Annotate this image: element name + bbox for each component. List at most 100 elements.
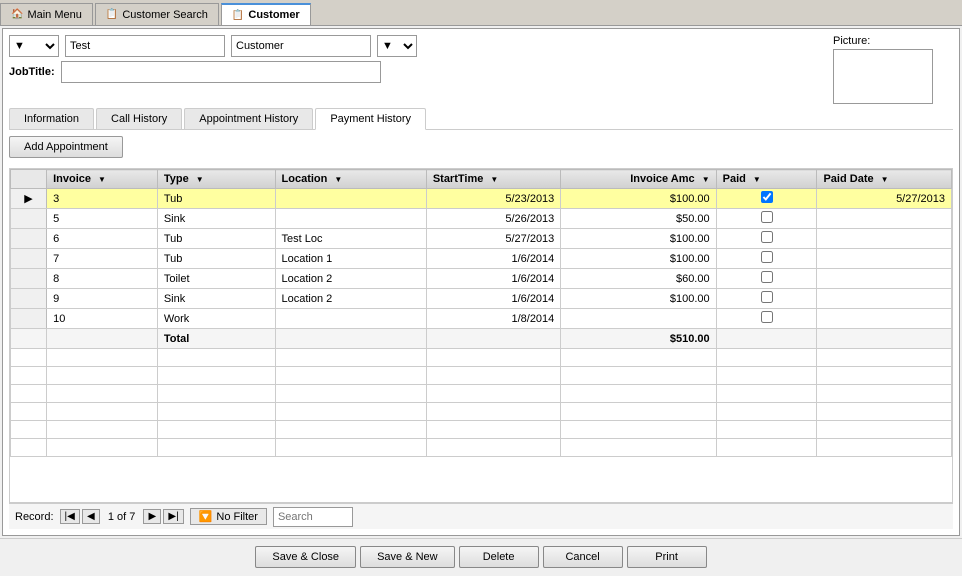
first-name-input[interactable] (65, 35, 225, 57)
total-cell-2: Total (157, 329, 275, 349)
cell-type: Tub (157, 189, 275, 209)
add-appointment-button[interactable]: Add Appointment (9, 136, 123, 158)
tab-customer[interactable]: 📋 Customer (221, 3, 311, 25)
save-close-button[interactable]: Save & Close (255, 546, 356, 568)
cell-type: Work (157, 309, 275, 329)
cell-paiddate: 5/27/2013 (817, 189, 952, 209)
paid-checkbox[interactable] (761, 271, 773, 283)
paid-checkbox[interactable] (761, 231, 773, 243)
col-header-invoice[interactable]: Invoice ▼ (47, 170, 158, 189)
last-name-input[interactable] (231, 35, 371, 57)
nav-prev-button[interactable]: ◀ (82, 509, 100, 524)
cell-starttime: 5/26/2013 (426, 209, 560, 229)
paid-checkbox[interactable] (761, 191, 773, 203)
cell-amount: $100.00 (561, 229, 716, 249)
cell-location: Location 2 (275, 289, 426, 309)
amount-sort-icon: ▼ (702, 175, 710, 184)
table-row[interactable]: 5Sink5/26/2013$50.00 (11, 209, 952, 229)
paid-checkbox[interactable] (761, 211, 773, 223)
cell-starttime: 5/23/2013 (426, 189, 560, 209)
main-menu-icon: 🏠 (11, 9, 23, 20)
tab-call-history[interactable]: Call History (96, 108, 182, 129)
cell-paid[interactable] (716, 249, 817, 269)
tab-appointment-history[interactable]: Appointment History (184, 108, 313, 129)
no-filter-label: No Filter (216, 511, 258, 523)
salutation-dropdown[interactable]: ▼ (9, 35, 59, 57)
cell-paid[interactable] (716, 189, 817, 209)
cell-location (275, 189, 426, 209)
paid-checkbox[interactable] (761, 251, 773, 263)
cell-paid[interactable] (716, 229, 817, 249)
row-selector (11, 269, 47, 289)
col-header-location[interactable]: Location ▼ (275, 170, 426, 189)
empty-row (11, 385, 952, 403)
nav-next-button[interactable]: ▶ (143, 509, 161, 524)
row-selector (11, 209, 47, 229)
tab-information[interactable]: Information (9, 108, 94, 129)
payment-table: Invoice ▼ Type ▼ Location ▼ StartTime ▼ (10, 169, 952, 457)
row-selector (11, 309, 47, 329)
tab-main-menu[interactable]: 🏠 Main Menu (0, 3, 93, 25)
cell-paiddate (817, 309, 952, 329)
table-row[interactable]: 8ToiletLocation 21/6/2014$60.00 (11, 269, 952, 289)
cell-paid[interactable] (716, 209, 817, 229)
table-row[interactable]: 9SinkLocation 21/6/2014$100.00 (11, 289, 952, 309)
cell-location (275, 309, 426, 329)
customer-icon: 📋 (232, 10, 244, 21)
cell-type: Tub (157, 249, 275, 269)
action-bar: Save & Close Save & New Delete Cancel Pr… (0, 538, 962, 574)
delete-button[interactable]: Delete (459, 546, 539, 568)
cell-invoice: 3 (47, 189, 158, 209)
cell-invoice: 10 (47, 309, 158, 329)
tab-customer-search[interactable]: 📋 Customer Search (95, 3, 219, 25)
col-header-paid[interactable]: Paid ▼ (716, 170, 817, 189)
filter-indicator[interactable]: 🔽 No Filter (190, 508, 267, 525)
cell-amount: $100.00 (561, 249, 716, 269)
cell-type: Toilet (157, 269, 275, 289)
col-header-starttime[interactable]: StartTime ▼ (426, 170, 560, 189)
col-header-paiddate[interactable]: Paid Date ▼ (817, 170, 952, 189)
starttime-sort-icon: ▼ (490, 175, 498, 184)
col-header-amount[interactable]: Invoice Amc ▼ (561, 170, 716, 189)
table-row[interactable]: ▶3Tub5/23/2013$100.005/27/2013 (11, 189, 952, 209)
cell-invoice: 5 (47, 209, 158, 229)
cell-location (275, 209, 426, 229)
row-selector (11, 289, 47, 309)
cell-paid[interactable] (716, 309, 817, 329)
cell-location: Location 2 (275, 269, 426, 289)
total-cell-5: $510.00 (561, 329, 716, 349)
cell-starttime: 5/27/2013 (426, 229, 560, 249)
search-input[interactable] (273, 507, 353, 527)
cell-paid[interactable] (716, 269, 817, 289)
record-label: Record: (15, 511, 54, 523)
cell-starttime: 1/6/2014 (426, 249, 560, 269)
cell-invoice: 7 (47, 249, 158, 269)
inner-tabs: Information Call History Appointment His… (9, 108, 953, 130)
jobtitle-input[interactable] (61, 61, 381, 83)
paid-checkbox[interactable] (761, 291, 773, 303)
table-row[interactable]: 6TubTest Loc5/27/2013$100.00 (11, 229, 952, 249)
nav-first-button[interactable]: |◀ (60, 509, 80, 524)
suffix-dropdown[interactable]: ▼ (377, 35, 417, 57)
nav-last-button[interactable]: ▶| (163, 509, 183, 524)
print-button[interactable]: Print (627, 546, 707, 568)
picture-box: Picture: (833, 35, 953, 104)
cell-invoice: 9 (47, 289, 158, 309)
table-row[interactable]: 7TubLocation 11/6/2014$100.00 (11, 249, 952, 269)
table-row[interactable]: 10Work1/8/2014 (11, 309, 952, 329)
tab-customer-label: Customer (248, 9, 299, 21)
data-table-container: Invoice ▼ Type ▼ Location ▼ StartTime ▼ (9, 168, 953, 503)
cell-type: Tub (157, 229, 275, 249)
tab-payment-history[interactable]: Payment History (315, 108, 426, 130)
cancel-button[interactable]: Cancel (543, 546, 623, 568)
cell-type: Sink (157, 209, 275, 229)
col-header-type[interactable]: Type ▼ (157, 170, 275, 189)
save-new-button[interactable]: Save & New (360, 546, 455, 568)
cell-paiddate (817, 229, 952, 249)
col-header-selector (11, 170, 47, 189)
tab-customer-search-label: Customer Search (122, 9, 208, 21)
total-cell-4 (426, 329, 560, 349)
main-content: ▼ ▼ JobTitle: Picture: Information Call … (2, 28, 960, 536)
cell-paid[interactable] (716, 289, 817, 309)
paid-checkbox[interactable] (761, 311, 773, 323)
